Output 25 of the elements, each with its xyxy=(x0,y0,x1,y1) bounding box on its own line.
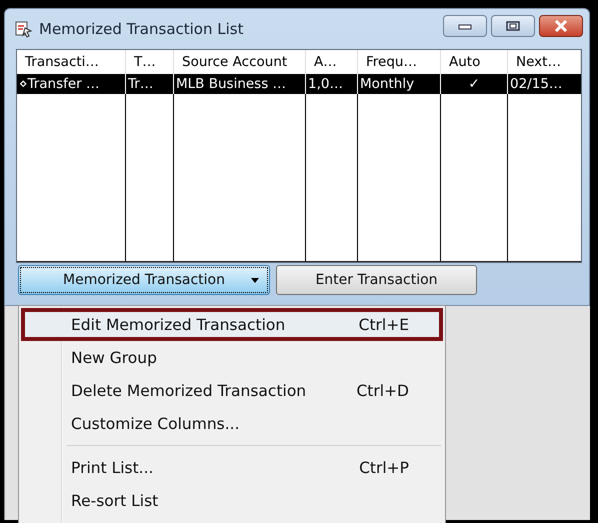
menu-item[interactable]: Edit Memorized Transaction Ctrl+E xyxy=(21,308,443,341)
window-title: Memorized Transaction List xyxy=(39,20,244,38)
menu-item[interactable]: New Group xyxy=(21,341,443,374)
close-button[interactable] xyxy=(539,15,583,37)
minimize-icon xyxy=(458,22,472,30)
caret-icon xyxy=(251,278,259,283)
enter-button[interactable]: Enter Transaction xyxy=(276,265,477,295)
dropdown-button[interactable]: Memorized Transaction xyxy=(18,265,270,295)
table-cell: 1,0… xyxy=(306,74,358,94)
app-icon xyxy=(15,20,33,38)
minimize-button[interactable] xyxy=(443,15,487,37)
table-cell-text: 02/15… xyxy=(509,75,564,94)
menu-item[interactable]: Print List... Ctrl+P xyxy=(21,451,443,484)
maximize-icon xyxy=(506,21,520,31)
table-row[interactable]: ⋄Transfer … Tr… MLB Business … 1,0… Monthly ✓ 02/15… xyxy=(17,74,581,94)
table-cell: Monthly xyxy=(358,74,441,94)
menu-item[interactable]: Re-sort List xyxy=(21,484,443,517)
table-cell: MLB Business … xyxy=(174,74,306,94)
menu-item[interactable]: Customize Columns... xyxy=(21,407,443,440)
table-cell: Tr… xyxy=(126,74,174,94)
close-icon xyxy=(554,20,568,32)
table-cell: ✓ xyxy=(441,74,508,94)
menu-item[interactable]: Delete Memorized Transaction Ctrl+D xyxy=(21,374,443,407)
table-cell: ⋄Transfer … xyxy=(17,74,126,94)
maximize-button[interactable] xyxy=(491,15,535,37)
